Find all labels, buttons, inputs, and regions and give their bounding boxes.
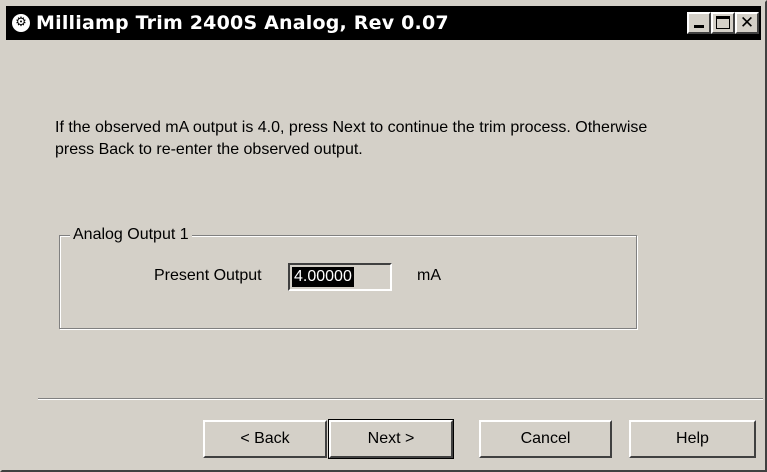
maximize-button[interactable] — [711, 12, 735, 34]
cancel-button[interactable]: Cancel — [479, 420, 612, 458]
next-button[interactable]: Next > — [328, 419, 454, 459]
groupbox-label: Analog Output 1 — [70, 225, 192, 245]
close-icon: ✕ — [739, 13, 755, 33]
present-output-label: Present Output — [154, 267, 262, 284]
unit-label: mA — [417, 267, 441, 284]
present-output-value: 4.00000 — [292, 267, 354, 287]
minimize-icon — [694, 25, 704, 28]
close-button[interactable]: ✕ — [735, 12, 759, 34]
maximize-icon — [716, 16, 730, 29]
help-button[interactable]: Help — [629, 420, 756, 458]
window-title: Milliamp Trim 2400S Analog, Rev 0.07 — [36, 12, 449, 34]
minimize-button[interactable] — [687, 12, 711, 34]
title-bar[interactable]: ⚙ Milliamp Trim 2400S Analog, Rev 0.07 ✕ — [6, 6, 761, 40]
gear-icon[interactable]: ⚙ — [12, 14, 30, 32]
instruction-text: If the observed mA output is 4.0, press … — [55, 119, 648, 158]
wizard-window: ⚙ Milliamp Trim 2400S Analog, Rev 0.07 ✕… — [0, 0, 767, 472]
divider — [38, 398, 763, 400]
present-output-field[interactable]: 4.00000 — [288, 263, 392, 291]
back-button[interactable]: < Back — [203, 420, 327, 458]
